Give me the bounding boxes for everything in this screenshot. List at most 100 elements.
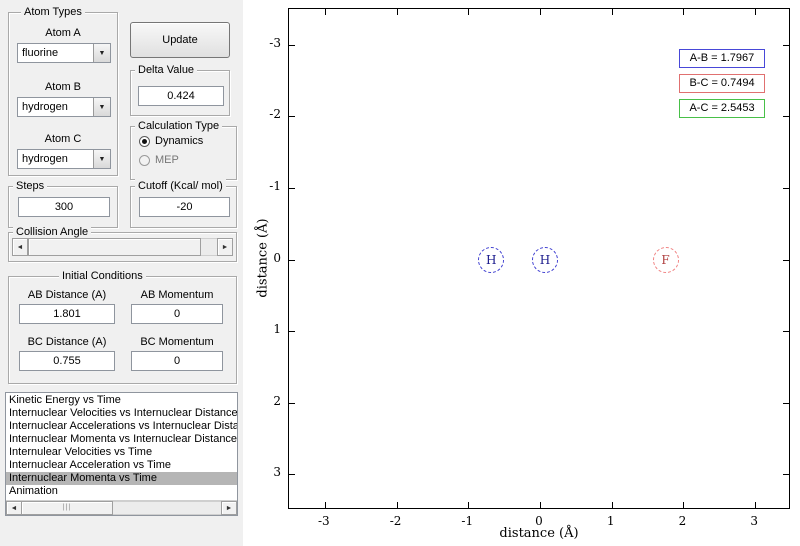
- y-tick-mark: [783, 331, 789, 333]
- y-tick-mark: [783, 44, 789, 46]
- x-tick-mark: [396, 502, 398, 508]
- steps-input[interactable]: 300: [18, 197, 110, 217]
- ab-momentum-input[interactable]: 0: [131, 304, 223, 324]
- atom-marker: H: [532, 246, 559, 273]
- radio-mep-label: MEP: [155, 154, 179, 166]
- x-tick-mark: [324, 9, 326, 15]
- hscroll-right-arrow[interactable]: ►: [221, 501, 237, 515]
- y-tick-label: -2: [269, 107, 281, 122]
- listbox-hscrollbar[interactable]: ◄ ||| ►: [6, 500, 237, 515]
- y-tick-label: 3: [273, 465, 281, 480]
- x-tick-mark: [540, 502, 541, 508]
- list-item[interactable]: Internuclear Momenta vs Internuclear Dis…: [6, 433, 237, 446]
- chevron-down-icon[interactable]: ▼: [93, 44, 110, 62]
- atom-b-select[interactable]: hydrogen ▼: [17, 97, 111, 117]
- app: Atom Types Atom A fluorine ▼ Atom B hydr…: [0, 0, 800, 546]
- chevron-down-icon[interactable]: ▼: [93, 150, 110, 168]
- x-tick-label: -2: [389, 514, 402, 528]
- delta-value-input[interactable]: 0.424: [138, 86, 224, 106]
- y-tick-mark: [289, 116, 295, 118]
- left-arrow-icon: ◄: [10, 504, 18, 512]
- y-tick-mark: [783, 187, 789, 189]
- x-axis-label: distance (Å): [499, 526, 579, 541]
- bc-momentum-input[interactable]: 0: [131, 351, 223, 371]
- radio-dynamics[interactable]: Dynamics: [139, 135, 203, 147]
- atom-marker: F: [652, 246, 679, 273]
- collision-angle-title: Collision Angle: [13, 225, 92, 239]
- y-tick-mark: [783, 402, 789, 404]
- hscroll-thumb[interactable]: |||: [21, 501, 113, 515]
- collision-angle-slider[interactable]: ◄ ►: [12, 238, 233, 256]
- x-tick-mark: [611, 502, 613, 508]
- y-tick-label: 2: [273, 393, 281, 408]
- cutoff-panel: Cutoff (Kcal/ mol) -20: [130, 179, 237, 228]
- radio-mep[interactable]: MEP: [139, 154, 179, 166]
- bc-distance-label: BC Distance (A): [27, 336, 107, 348]
- x-tick-label: 3: [750, 514, 758, 528]
- x-tick-label: 1: [606, 514, 615, 528]
- y-tick-label: 1: [273, 322, 281, 337]
- list-item[interactable]: Animation: [6, 485, 237, 498]
- ab-distance-label: AB Distance (A): [27, 289, 107, 301]
- list-item[interactable]: Internulear Velocities vs Time: [6, 446, 237, 459]
- y-tick-label: -3: [269, 35, 281, 50]
- bc-momentum-label: BC Momentum: [140, 336, 214, 348]
- list-item[interactable]: Internuclear Velocities vs Internuclear …: [6, 407, 237, 420]
- plot-type-listbox[interactable]: Kinetic Energy vs Time Internuclear Veloc…: [5, 392, 238, 516]
- atom-c-label: Atom C: [44, 133, 82, 145]
- figure: H H F A-B = 1.7967 B-C = 0.7494 A-C = 2.5453 …: [243, 0, 800, 546]
- y-tick-mark: [289, 402, 295, 404]
- y-tick-mark: [783, 259, 789, 261]
- x-tick-mark: [468, 502, 470, 508]
- atom-b-value: hydrogen: [22, 101, 68, 113]
- hscroll-left-arrow[interactable]: ◄: [6, 501, 22, 515]
- calculation-type-title: Calculation Type: [135, 119, 223, 133]
- y-tick-mark: [289, 44, 295, 46]
- list-item[interactable]: Internuclear Acceleration vs Time: [6, 459, 237, 472]
- atom-types-title: Atom Types: [21, 5, 85, 19]
- chevron-down-icon[interactable]: ▼: [93, 98, 110, 116]
- grip-icon: |||: [62, 504, 72, 511]
- x-tick-label: -3: [317, 514, 330, 528]
- left-arrow-icon: ◄: [16, 243, 24, 251]
- x-tick-mark: [396, 9, 398, 15]
- initial-conditions-panel: Initial Conditions AB Distance (A) AB Mo…: [8, 269, 237, 384]
- slider-right-arrow[interactable]: ►: [217, 238, 233, 256]
- radio-unselected-icon: [139, 154, 150, 166]
- update-button[interactable]: Update: [130, 22, 230, 58]
- y-tick-mark: [289, 259, 295, 261]
- atom-b-label: Atom B: [44, 81, 82, 93]
- legend-entry: A-B = 1.7967: [679, 49, 765, 68]
- atom-c-select[interactable]: hydrogen ▼: [17, 149, 111, 169]
- y-tick-mark: [289, 331, 295, 333]
- collision-angle-panel: Collision Angle ◄ ►: [8, 225, 237, 262]
- bc-distance-input[interactable]: 0.755: [19, 351, 115, 371]
- x-tick-mark: [683, 9, 685, 15]
- x-tick-label: 2: [678, 514, 687, 528]
- slider-left-arrow[interactable]: ◄: [12, 238, 28, 256]
- x-tick-mark: [755, 502, 757, 508]
- list-item[interactable]: Kinetic Energy vs Time: [6, 394, 237, 407]
- y-tick-mark: [289, 187, 295, 189]
- atom-c-value: hydrogen: [22, 153, 68, 165]
- right-arrow-icon: ►: [221, 243, 229, 251]
- atom-a-value: fluorine: [22, 47, 59, 59]
- y-tick-mark: [783, 474, 789, 476]
- slider-thumb[interactable]: [28, 238, 201, 256]
- y-tick-label: -1: [269, 178, 281, 193]
- x-tick-mark: [683, 502, 685, 508]
- y-tick-label: 0: [273, 250, 281, 265]
- right-arrow-icon: ►: [225, 504, 233, 512]
- x-tick-mark: [468, 9, 470, 15]
- list-item[interactable]: Internuclear Momenta vs Time: [6, 472, 237, 485]
- ab-distance-input[interactable]: 1.801: [19, 304, 115, 324]
- atom-a-select[interactable]: fluorine ▼: [17, 43, 111, 63]
- atom-types-panel: Atom Types Atom A fluorine ▼ Atom B hydr…: [8, 5, 118, 176]
- y-tick-mark: [289, 474, 295, 476]
- cutoff-input[interactable]: -20: [139, 197, 230, 217]
- radio-dynamics-label: Dynamics: [155, 135, 204, 147]
- list-item[interactable]: Internuclear Accelerations vs Internucle…: [6, 420, 237, 433]
- ab-momentum-label: AB Momentum: [140, 289, 214, 301]
- legend-entry: A-C = 2.5453: [679, 99, 765, 118]
- update-button-label: Update: [162, 34, 198, 46]
